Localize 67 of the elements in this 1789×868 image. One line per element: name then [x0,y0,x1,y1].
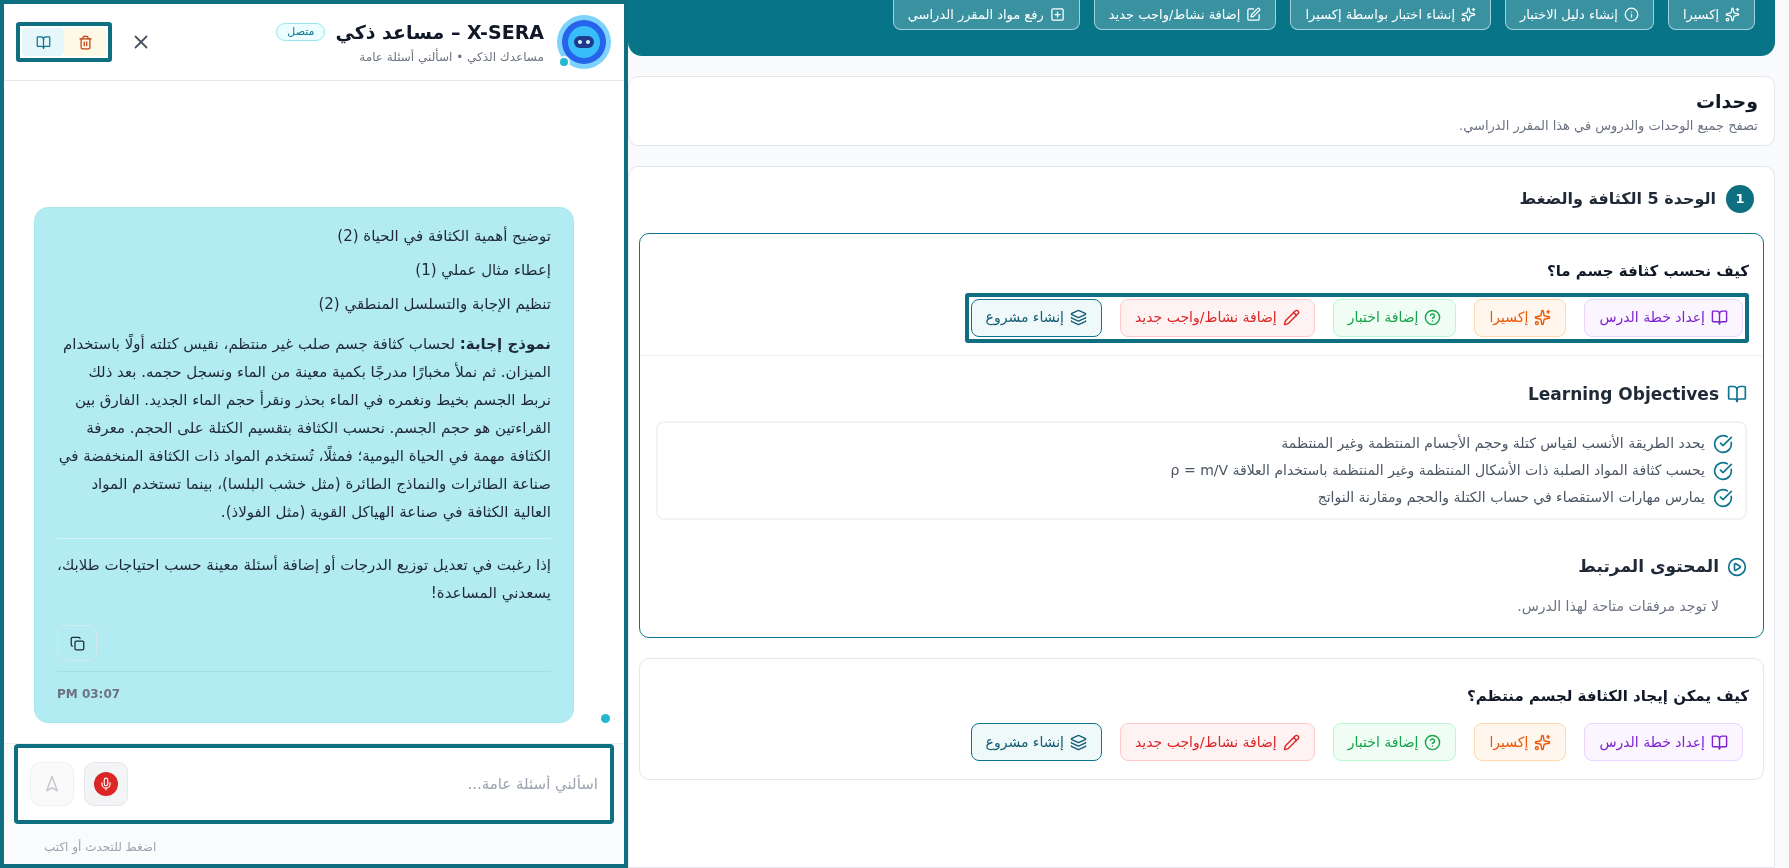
trash-icon [77,34,93,50]
lesson-title: كيف نحسب كثافة جسم ما؟ [1545,261,1749,282]
book-icon [35,34,51,50]
toolbar-button[interactable]: إنشاء اختبار بواسطة إكسيرا [1290,0,1492,30]
objective-text: يحدد الطريقة الأنسب لقياس كتلة وحجم الأجسام المنتظمة وغير المنتظمة [1281,433,1705,454]
microphone-button[interactable] [84,762,128,806]
question-circle-icon [1424,309,1442,326]
section-heading: المحتوى المرتبط [1578,555,1719,579]
layers-icon [1070,733,1087,751]
composer-hint: اضغط للتحدث أو اكتب [43,838,158,856]
lesson-action-button[interactable]: إضافة نشاط/واجب جديد [1120,723,1315,761]
objective-text: يحسب كثافة المواد الصلبة ذات الأشكال المنتظمة وغير المنتظمة باستخدام العلاقة ρ = m/V [1170,460,1705,481]
message-line: تنظيم الإجابة والتسلسل المنطقي (2) [317,294,551,316]
book-icon [1711,733,1728,751]
sparkles-icon [1534,309,1552,326]
unit-title: الوحدة 5 الكثافة والضغط [1519,188,1716,210]
check-circle-icon [1713,460,1733,481]
toolbar-button[interactable]: إضافة نشاط/واجب جديد [1093,0,1277,30]
lesson-action-button[interactable]: إكسيرا [1474,298,1567,337]
unit-number-badge: 1 [1726,185,1754,213]
toolbar-button[interactable]: إنشاء دليل الاختبار [1505,0,1654,30]
lesson-action-button[interactable]: إعداد خطة الدرس [1584,298,1743,337]
chat-title: X-SERA – مساعد ذكي [335,19,544,46]
play-circle-icon [1727,556,1747,577]
sparkles-icon [1534,733,1552,751]
toolbar-button[interactable]: إكسيرا [1667,0,1755,30]
message-time: PM 03:07 [57,686,121,703]
status-badge: متصل [276,22,326,42]
info-icon [1623,7,1639,22]
lesson-action-button[interactable]: إضافة اختبار [1332,298,1457,337]
delete-button[interactable] [64,28,106,56]
message-paragraph: إذا رغبت في تعديل توزيع الدرجات أو إضافة أسئلة معينة حسب احتياجات طلابك، يسعدني المساعدة! [57,554,551,605]
send-icon [43,775,61,793]
lesson-action-button[interactable]: إكسيرا [1474,723,1567,761]
chat-subtitle: مساعدك الذكي • اسألني أسئلة عامة [358,48,544,67]
message-line: توضيح أهمية الكثافة في الحياة (2) [336,225,551,248]
lesson-title: كيف يمكن إيجاد الكثافة لجسم منتظم؟ [1466,685,1749,707]
check-circle-icon [1713,433,1733,454]
question-circle-icon [1424,733,1442,751]
lesson-action-button[interactable]: إنشاء مشروع [970,298,1102,337]
robot-avatar-icon [556,14,612,70]
units-subtitle: تصفح جميع الوحدات والدروس في هذا المقرر الدراسي. [1458,116,1758,135]
objective-text: يمارس مهارات الاستقصاء في حساب الكتلة والحجم ومقارنة النواتج [1317,488,1705,508]
message-line: إعطاء مثال عملي (1) [414,260,551,282]
book-icon [1711,309,1728,326]
copy-button[interactable] [57,625,97,661]
pencil-icon [1246,7,1262,22]
layers-icon [1070,309,1087,326]
lesson-action-button[interactable]: إنشاء مشروع [970,723,1102,761]
book-icon [1727,384,1747,405]
plus-square-icon [1049,7,1065,22]
copy-icon [69,635,85,651]
pencil-icon [1282,733,1300,751]
sparkles-icon [1461,7,1477,22]
section-heading: Learning Objectives [1527,382,1719,406]
empty-state-text: لا توجد مرفقات متاحة لهذا الدرس. [1516,596,1720,617]
lesson-action-button[interactable]: إضافة نشاط/واجب جديد [1120,298,1315,337]
lesson-action-button[interactable]: إعداد خطة الدرس [1584,723,1743,761]
message-paragraph: نموذج إجابة: لحساب كثافة جسم صلب غير منتظم، نقيس كتلته أولًا باستخدام الميزان. ثم نملأ مخبارًا مدرجًا بكمية معينة من الماء ونسجل حجمه. بعد ذلك نربط الجسم بخيط ونغمره في الماء بحذر ونقرأ حجم الماء الجديد. الفارق بين القراءتين هو حجم الجسم. نحسب الكثافة بتقسيم الكتلة على الحجم. معرفة الكثافة مهمة في الحياة اليومية؛ فمثلًا، تُستخدم المواد ذات الكثافة المنخفضة في صناعة الطائرات والنماذج الطائرة (مثل خشب البلسا)، بينما تستخدم المواد العالية الكثافة في صناعة الهياكل القوية (مثل الفولاذ). [57,333,551,524]
check-circle-icon [1713,487,1733,508]
lesson-action-button[interactable]: إضافة اختبار [1332,723,1457,761]
sparkles-icon [1725,7,1740,22]
guide-button[interactable] [22,28,64,56]
pencil-icon [1282,309,1300,326]
microphone-icon [99,777,113,791]
units-title: وحدات [1694,89,1758,115]
toolbar-button[interactable]: رفع مواد المقرر الدراسي [892,0,1080,30]
